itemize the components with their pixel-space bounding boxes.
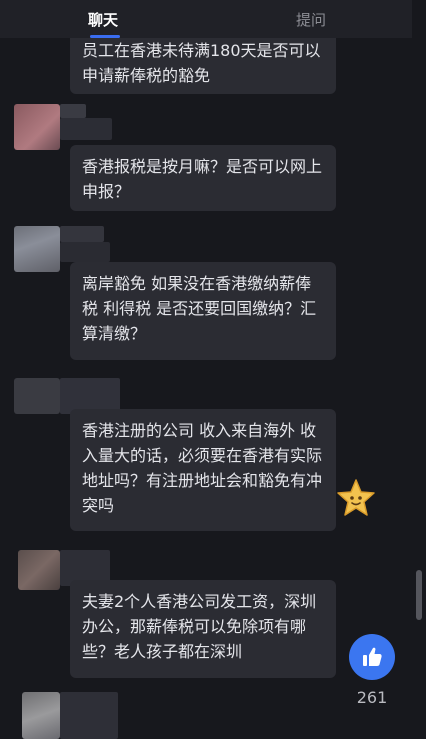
- avatar[interactable]: [14, 104, 60, 150]
- message-bubble: 员工在香港未待满180天是否可以申请薪俸税的豁免: [70, 30, 336, 94]
- message-bubble: 离岸豁免 如果没在香港缴纳薪俸税 利得税 是否还要回国缴纳？汇算清缴？: [70, 262, 336, 360]
- message-text: 离岸豁免 如果没在香港缴纳薪俸税 利得税 是否还要回国缴纳？汇算清缴？: [82, 274, 317, 343]
- message-bubble: 香港报税是按月嘛？是否可以网上申报？: [70, 145, 336, 211]
- scrollbar-track[interactable]: [412, 38, 426, 739]
- avatar[interactable]: [18, 550, 60, 590]
- avatar[interactable]: [22, 692, 60, 739]
- message-text: 香港注册的公司 收入来自海外 收入量大的话，必须要在香港有实际地址吗？有注册地址…: [82, 421, 323, 515]
- thumbs-up-icon: [363, 647, 382, 666]
- message-bubble: 夫妻2个人香港公司发工资，深圳办公，那薪俸税可以免除项有哪些？老人孩子都在深圳: [70, 580, 336, 678]
- tab-ask[interactable]: 提问: [296, 9, 326, 30]
- like-button[interactable]: [349, 634, 395, 680]
- tab-bar: 聊天 提问: [0, 0, 412, 38]
- message-text: 香港报税是按月嘛？是否可以网上申报？: [82, 157, 323, 201]
- username-blurred: [60, 242, 110, 262]
- username-blurred: [60, 104, 86, 118]
- message-text: 夫妻2个人香港公司发工资，深圳办公，那薪俸税可以免除项有哪些？老人孩子都在深圳: [82, 592, 317, 661]
- username-blurred: [60, 692, 118, 739]
- scrollbar-thumb[interactable]: [416, 570, 422, 620]
- avatar[interactable]: [14, 378, 60, 414]
- chat-feed[interactable]: 员工在香港未待满180天是否可以申请薪俸税的豁免 香港报税是按月嘛？是否可以网上…: [0, 0, 412, 739]
- tab-chat[interactable]: 聊天: [88, 9, 118, 30]
- username-blurred: [60, 226, 104, 242]
- avatar[interactable]: [14, 226, 60, 272]
- star-face-icon[interactable]: [336, 478, 376, 518]
- like-count: 261: [356, 688, 388, 707]
- active-tab-indicator: [90, 35, 120, 38]
- username-blurred: [60, 118, 112, 140]
- message-bubble: 香港注册的公司 收入来自海外 收入量大的话，必须要在香港有实际地址吗？有注册地址…: [70, 409, 336, 531]
- message-text: 员工在香港未待满180天是否可以申请薪俸税的豁免: [82, 41, 321, 85]
